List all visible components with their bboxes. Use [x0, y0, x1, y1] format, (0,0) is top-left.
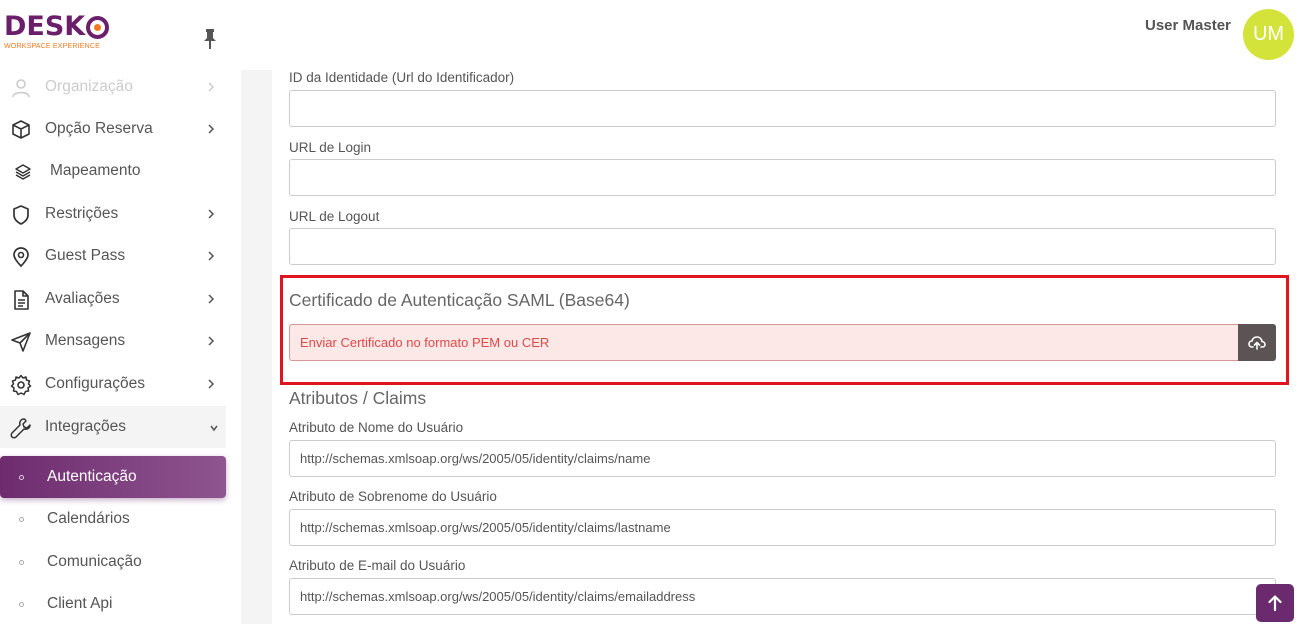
shield-icon: [13, 205, 29, 225]
sidebar-item-label: Mapeamento: [50, 162, 141, 179]
login-url-input[interactable]: [289, 159, 1276, 196]
sidebar-subitem-comunicacao[interactable]: Comunicação: [0, 541, 226, 583]
sidebar-item-configuracoes[interactable]: Configurações: [0, 363, 226, 405]
top-header: User Master UM: [241, 0, 1298, 70]
chevron-right-icon: [208, 124, 215, 134]
sidebar-subitem-client-api[interactable]: Client Api: [0, 583, 226, 624]
sidebar-subitem-label: Autenticação: [47, 468, 137, 485]
map-pin-icon: [13, 247, 29, 268]
logo-text: DESK: [4, 11, 86, 42]
sidebar-item-mensagens[interactable]: Mensagens: [0, 320, 226, 362]
sidebar-item-label: Integrações: [45, 418, 126, 435]
first-name-attribute-label: Atributo de Nome do Usuário: [289, 420, 464, 435]
chevron-right-icon: [208, 251, 215, 261]
sidebar-subitem-calendarios[interactable]: Calendários: [0, 498, 226, 540]
identity-id-input[interactable]: [289, 90, 1276, 127]
sidebar-item-label: Guest Pass: [45, 247, 126, 264]
last-name-attribute-input[interactable]: http://schemas.xmlsoap.org/ws/2005/05/id…: [289, 509, 1276, 546]
first-name-attribute-input[interactable]: http://schemas.xmlsoap.org/ws/2005/05/id…: [289, 440, 1276, 477]
bullet-icon: [19, 560, 24, 565]
certificate-upload-field[interactable]: Enviar Certificado no formato PEM ou CER: [289, 324, 1239, 361]
sidebar-item-label: Configurações: [45, 375, 145, 392]
bullet-icon: [19, 602, 24, 607]
sidebar-item-label: Opção Reserva: [45, 120, 153, 137]
login-url-label: URL de Login: [289, 140, 372, 155]
sidebar-item-label: Organização: [45, 78, 133, 95]
sidebar-subitem-label: Comunicação: [47, 553, 142, 570]
chevron-right-icon: [208, 82, 215, 92]
sidebar: DESK WORKSPACE EXPERIENCE Organização Op…: [0, 0, 241, 624]
logout-url-label: URL de Logout: [289, 209, 380, 224]
sidebar-item-integracoes[interactable]: Integrações: [0, 406, 226, 448]
sidebar-item-restricoes[interactable]: Restrições: [0, 193, 226, 235]
logo-o-mark: [86, 15, 110, 39]
cube-icon: [12, 120, 30, 139]
logo-tagline: WORKSPACE EXPERIENCE: [4, 43, 101, 50]
certificate-title: Certificado de Autenticação SAML (Base64…: [289, 290, 630, 310]
saml-settings-card: ID da Identidade (Url do Identificador) …: [272, 70, 1298, 624]
gear-icon: [10, 374, 32, 396]
sidebar-item-opcao-reserva[interactable]: Opção Reserva: [0, 108, 226, 150]
sidebar-item-label: Avaliações: [45, 290, 120, 307]
sidebar-item-label: Restrições: [45, 205, 119, 222]
chevron-right-icon: [208, 294, 215, 304]
sidebar-item-mapeamento[interactable]: Mapeamento: [0, 150, 226, 192]
sidebar-subitem-label: Client Api: [47, 595, 113, 612]
logout-url-input[interactable]: [289, 228, 1276, 265]
bullet-icon: [19, 475, 24, 480]
chevron-right-icon: [208, 209, 215, 219]
sidebar-item-label: Mensagens: [45, 332, 126, 349]
cloud-upload-icon: [1248, 335, 1266, 350]
desko-logo[interactable]: DESK WORKSPACE EXPERIENCE: [4, 11, 110, 60]
claims-title: Atributos / Claims: [289, 388, 427, 408]
upload-button[interactable]: [1238, 324, 1276, 361]
identity-id-label: ID da Identidade (Url do Identificador): [289, 70, 515, 85]
last-name-attribute-label: Atributo de Sobrenome do Usuário: [289, 489, 497, 504]
sidebar-subitem-label: Calendários: [47, 510, 130, 527]
scroll-to-top-button[interactable]: [1256, 584, 1294, 622]
user-icon: [12, 79, 30, 98]
user-name[interactable]: User Master: [1145, 17, 1231, 34]
sidebar-item-organizacao[interactable]: Organização: [0, 66, 226, 108]
chevron-down-icon: [210, 425, 218, 432]
arrow-up-icon: [1268, 595, 1282, 612]
bullet-icon: [19, 517, 24, 522]
chevron-right-icon: [208, 336, 215, 346]
send-icon: [11, 332, 31, 352]
avatar[interactable]: UM: [1243, 9, 1294, 60]
chevron-right-icon: [208, 379, 215, 389]
wrench-icon: [10, 418, 31, 439]
document-icon: [14, 290, 29, 310]
email-attribute-label: Atributo de E-mail do Usuário: [289, 558, 466, 573]
sidebar-subitem-autenticacao[interactable]: Autenticação: [0, 456, 226, 498]
layers-icon: [15, 164, 31, 180]
sidebar-item-avaliacoes[interactable]: Avaliações: [0, 278, 226, 320]
email-attribute-input[interactable]: http://schemas.xmlsoap.org/ws/2005/05/id…: [289, 578, 1276, 615]
sidebar-item-guest-pass[interactable]: Guest Pass: [0, 235, 226, 277]
pin-icon[interactable]: [201, 28, 219, 50]
